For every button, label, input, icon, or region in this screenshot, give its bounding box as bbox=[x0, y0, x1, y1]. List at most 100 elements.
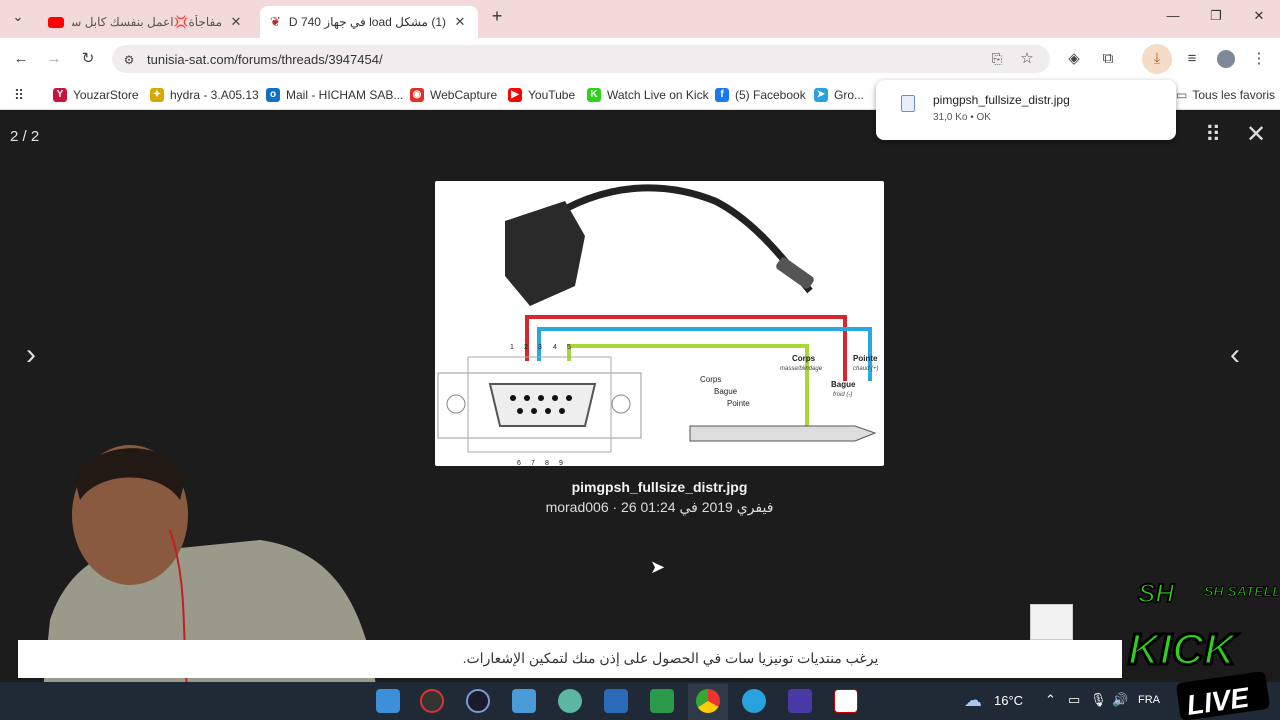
all-bookmarks-link[interactable]: ▭ Tous les favoris bbox=[1176, 86, 1275, 104]
jack-plug-photo bbox=[776, 257, 814, 289]
pin-label-5: 5 bbox=[567, 344, 571, 351]
satellite-taskbar-icon[interactable] bbox=[788, 689, 812, 713]
thumbnails-grid-icon[interactable]: ⠿ bbox=[1205, 122, 1221, 148]
cable-diagram: 1 2 3 4 5 6 7 8 9 Corps masse/blindage P… bbox=[437, 184, 879, 467]
minimize-button[interactable]: — bbox=[1161, 8, 1185, 30]
taskbar bbox=[0, 682, 1280, 720]
hydra-icon: ✦ bbox=[150, 88, 164, 102]
apps-grid-icon[interactable]: ⠿ bbox=[8, 84, 30, 106]
pin-label-9: 9 bbox=[559, 460, 563, 466]
lightbox-image: 1 2 3 4 5 6 7 8 9 Corps masse/blindage P… bbox=[435, 181, 884, 467]
tab-2[interactable]: ❦ (1) مشكل load في جهاز 740 HD ✕ bbox=[260, 6, 478, 38]
db9-shell bbox=[488, 383, 597, 427]
sh-satellite-kick-logo: SH SH SATELLITE KICK LIVE bbox=[1127, 577, 1278, 720]
bookmark-4[interactable]: ▶ YouTube bbox=[508, 86, 575, 104]
bookmark-label: (5) Facebook bbox=[735, 88, 806, 102]
back-arrow-icon[interactable]: ← bbox=[10, 48, 32, 70]
bookmark-2[interactable]: o Mail - HICHAM SAB... bbox=[266, 86, 403, 104]
puzzle-extensions-icon[interactable]: ⧉ bbox=[1097, 48, 1119, 70]
jack-schematic bbox=[689, 425, 877, 442]
label-pointe-left: Pointe bbox=[727, 399, 750, 408]
download-status: 31,0 Ko • OK bbox=[933, 112, 991, 123]
bookmark-star-icon[interactable]: ☆ bbox=[1016, 48, 1038, 70]
bookmark-label: Mail - HICHAM SAB... bbox=[286, 88, 404, 102]
pin-label-8: 8 bbox=[545, 460, 549, 466]
calculator-taskbar-icon[interactable] bbox=[604, 689, 628, 713]
tab-2-title: (1) مشكل load في جهاز 740 HD bbox=[288, 15, 446, 29]
cable-wire bbox=[543, 184, 813, 294]
tray-chevron-icon[interactable]: ⌃ bbox=[1045, 692, 1056, 708]
chrome-taskbar-icon[interactable] bbox=[696, 689, 720, 713]
bookmark-6[interactable]: f (5) Facebook bbox=[715, 86, 806, 104]
mic-icon[interactable]: 🎙 bbox=[1090, 692, 1107, 708]
tab-search-icon[interactable]: ⌄ bbox=[6, 9, 30, 31]
weather-cloud-icon: ☁ bbox=[964, 690, 982, 710]
close-window-button[interactable]: ✕ bbox=[1247, 8, 1271, 30]
close-tab-1-icon[interactable]: ✕ bbox=[228, 14, 244, 30]
db9-connector-photo bbox=[505, 201, 585, 306]
bookmark-3[interactable]: ◉ WebCapture bbox=[410, 86, 497, 104]
youtube-icon: ▶ bbox=[508, 88, 522, 102]
bookmark-label: YouTube bbox=[528, 88, 576, 102]
download-bubble bbox=[876, 80, 1176, 140]
pin-label-7: 7 bbox=[531, 460, 535, 466]
logo-kick: KICK bbox=[1128, 625, 1239, 674]
menu-dots-icon[interactable]: ⋮ bbox=[1248, 48, 1270, 70]
label-bague-left: Bague bbox=[714, 387, 738, 396]
tunisia-sat-tab-icon: ❦ bbox=[270, 14, 281, 29]
image-file-icon bbox=[901, 95, 915, 112]
kick-icon: K bbox=[587, 88, 601, 102]
camera-taskbar-icon[interactable] bbox=[466, 689, 490, 713]
outlook-icon: o bbox=[266, 88, 280, 102]
bookmark-5[interactable]: K Watch Live on Kick bbox=[587, 86, 709, 104]
speedtest-taskbar-icon[interactable] bbox=[420, 689, 444, 713]
logo-sh: SH bbox=[1138, 578, 1175, 608]
prev-image-arrow-icon[interactable]: ‹ bbox=[1230, 338, 1240, 372]
site-settings-icon[interactable]: ⚙ bbox=[118, 49, 140, 71]
label-bague-right: Bague bbox=[831, 380, 856, 389]
webcapture-icon: ◉ bbox=[410, 88, 424, 102]
label-masse: masse/blindage bbox=[780, 366, 823, 372]
profile-avatar[interactable] bbox=[1217, 50, 1235, 68]
pin-label-3: 3 bbox=[538, 344, 542, 351]
install-app-icon[interactable]: ⎘ bbox=[986, 48, 1008, 70]
tab-1[interactable]: مفاجأة💢اعمل بنفسك كابل سوء ✕ bbox=[38, 6, 254, 38]
notification-thumbnail bbox=[1030, 604, 1073, 640]
paint-taskbar-icon[interactable] bbox=[558, 689, 582, 713]
bookmark-7[interactable]: ➤ Gro... bbox=[814, 86, 864, 104]
media-control-icon[interactable]: ≡ bbox=[1181, 48, 1203, 70]
image-counter: 2 / 2 bbox=[10, 128, 40, 145]
screw-left bbox=[446, 394, 466, 414]
label-corps-left: Corps bbox=[700, 375, 721, 384]
close-tab-2-icon[interactable]: ✕ bbox=[452, 14, 468, 30]
url-text[interactable]: tunisia-sat.com/forums/threads/3947454/ bbox=[147, 52, 383, 67]
reload-icon[interactable]: ↻ bbox=[77, 48, 99, 70]
tab-1-title: مفاجأة💢اعمل بنفسك كابل سوء bbox=[72, 15, 222, 29]
downloaded-filename[interactable]: pimgpsh_fullsize_distr.jpg bbox=[933, 93, 1070, 107]
app-taskbar-icon[interactable] bbox=[834, 689, 858, 713]
network-icon[interactable]: ▭ bbox=[1068, 692, 1080, 708]
extension-icon[interactable]: ◈ bbox=[1063, 48, 1085, 70]
new-tab-button[interactable]: + bbox=[485, 6, 509, 28]
close-lightbox-icon[interactable]: ✕ bbox=[1246, 120, 1266, 149]
bookmark-1[interactable]: ✦ hydra - 3.A05.13 bbox=[150, 86, 259, 104]
screw-right bbox=[611, 394, 631, 414]
mail-taskbar-icon[interactable] bbox=[376, 689, 400, 713]
bookmark-label: Gro... bbox=[834, 88, 865, 102]
next-image-arrow-icon[interactable]: › bbox=[26, 338, 36, 372]
remote-taskbar-icon[interactable] bbox=[650, 689, 674, 713]
youzarstore-icon: Y bbox=[53, 88, 67, 102]
bookmark-0[interactable]: Y YouzarStore bbox=[53, 86, 139, 104]
telegram-icon: ➤ bbox=[814, 88, 828, 102]
mouse-cursor-icon: ➤ bbox=[650, 557, 666, 577]
logo-satellite: SH SATELLITE bbox=[1204, 583, 1278, 599]
telegram-taskbar-icon[interactable] bbox=[742, 689, 766, 713]
laptop-taskbar-icon[interactable] bbox=[512, 689, 536, 713]
pin-label-1: 1 bbox=[510, 344, 514, 351]
pin-label-2: 2 bbox=[524, 344, 528, 351]
restore-button[interactable]: ❐ bbox=[1204, 8, 1228, 30]
pin-label-4: 4 bbox=[553, 344, 557, 351]
image-filename: pimgpsh_fullsize_distr.jpg bbox=[571, 479, 748, 495]
forward-arrow-icon[interactable]: → bbox=[43, 48, 65, 70]
webcam-person bbox=[40, 445, 380, 720]
